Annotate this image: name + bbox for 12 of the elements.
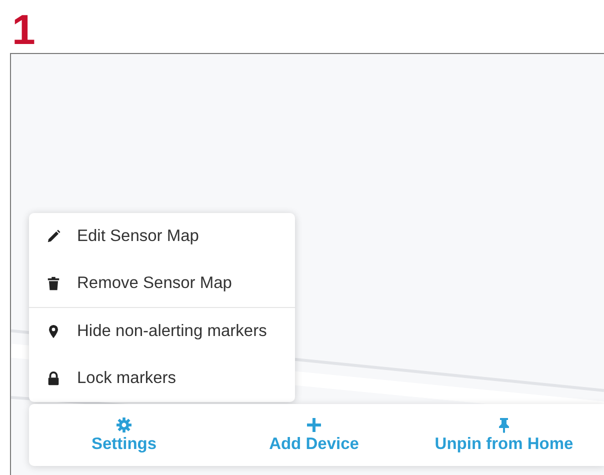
map-pin-icon xyxy=(46,324,61,339)
gear-icon xyxy=(116,416,132,432)
menu-item[interactable]: Edit Sensor Map xyxy=(29,213,295,260)
menu-item[interactable]: Lock markers xyxy=(29,355,295,402)
pushpin-icon xyxy=(496,416,512,432)
lock-icon xyxy=(46,371,61,386)
plus-icon xyxy=(306,416,322,432)
menu-item[interactable]: Hide non-alerting markers xyxy=(29,308,295,355)
trash-icon xyxy=(46,276,61,291)
pencil-icon xyxy=(46,229,61,244)
step-number: 1 xyxy=(12,8,36,52)
menu-item[interactable]: Remove Sensor Map xyxy=(29,260,295,307)
